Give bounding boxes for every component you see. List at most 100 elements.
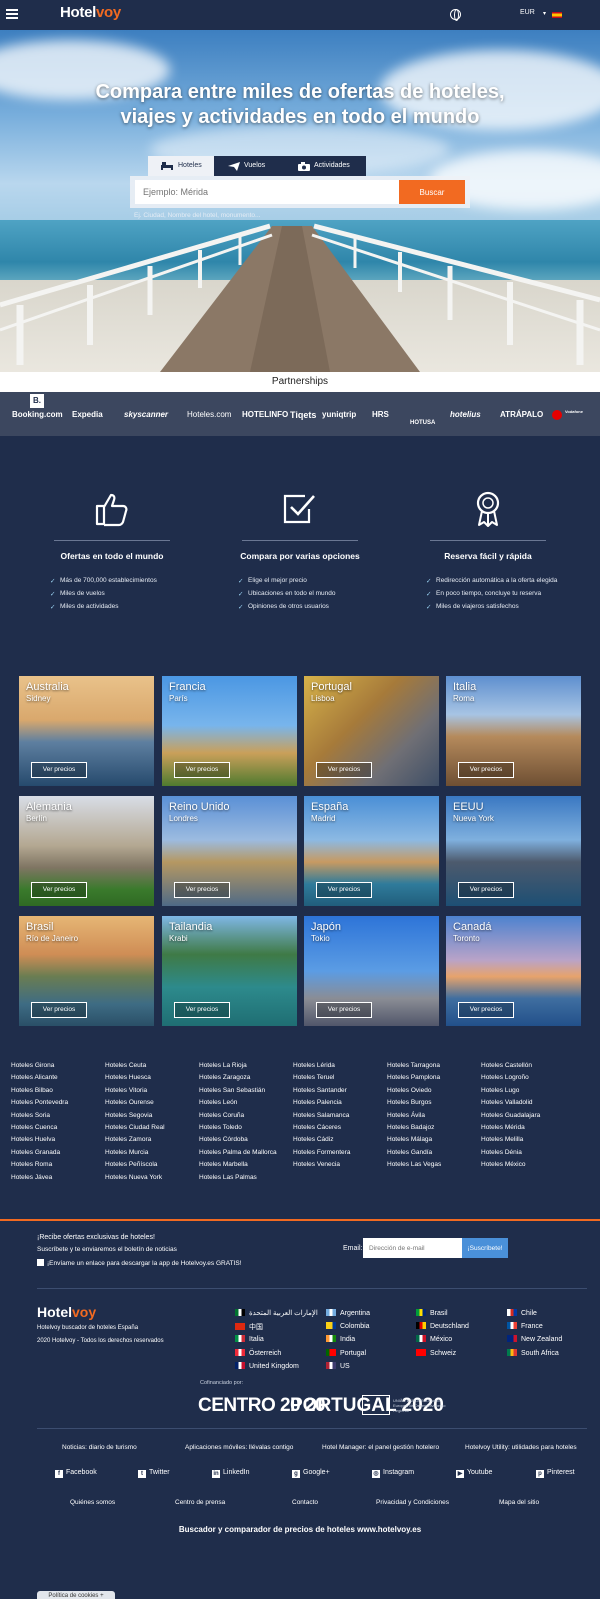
hotel-link[interactable]: Hoteles Badajoz [387, 1124, 483, 1136]
footer-link-news[interactable]: Noticias: diario de turismo [62, 1444, 137, 1451]
hotel-link[interactable]: Hoteles Salamanca [293, 1112, 389, 1124]
app-link-checkbox[interactable]: ¡Envíame un enlace para descargar la app… [37, 1259, 242, 1267]
flag-es-icon[interactable] [552, 12, 562, 18]
footer-link-about[interactable]: Quiénes somos [70, 1499, 115, 1506]
destination-card-thailand[interactable]: Tailandia Krabi Ver precios [162, 916, 297, 1026]
view-prices-button[interactable]: Ver precios [458, 882, 514, 898]
hotel-link[interactable]: Hoteles Dénia [481, 1149, 577, 1161]
hotel-link[interactable]: Hoteles Zaragoza [199, 1074, 295, 1086]
hotel-link[interactable]: Hoteles Castellón [481, 1062, 577, 1074]
country-link[interactable]: South Africa [507, 1348, 559, 1357]
destination-card-japan[interactable]: Japón Tokio Ver precios [304, 916, 439, 1026]
globe-icon[interactable] [450, 9, 461, 21]
view-prices-button[interactable]: Ver precios [316, 882, 372, 898]
tab-flights[interactable]: Vuelos [222, 156, 294, 176]
country-link[interactable]: Argentina [326, 1309, 370, 1317]
hotel-link[interactable]: Hoteles La Rioja [199, 1062, 295, 1074]
view-prices-button[interactable]: Ver precios [316, 762, 372, 778]
hotel-link[interactable]: Hoteles Huelva [11, 1136, 107, 1148]
destination-card-australia[interactable]: Australia Sidney Ver precios [19, 676, 154, 786]
hotel-link[interactable]: Hoteles Lérida [293, 1062, 389, 1074]
search-input[interactable] [135, 180, 399, 204]
hotel-link[interactable]: Hoteles San Sebastián [199, 1087, 295, 1099]
search-button[interactable]: Buscar [399, 180, 465, 204]
country-link[interactable]: Schweiz [416, 1348, 456, 1357]
social-twitter[interactable]: t Twitter [138, 1469, 170, 1478]
footer-link-sitemap[interactable]: Mapa del sitio [499, 1499, 539, 1506]
hotel-link[interactable]: Hoteles Mérida [481, 1124, 577, 1136]
hotel-link[interactable]: Hoteles Alicante [11, 1074, 107, 1086]
hotel-link[interactable]: Hoteles Formentera [293, 1149, 389, 1161]
hotel-link[interactable]: Hoteles Jávea [11, 1174, 107, 1186]
hotel-link[interactable]: Hoteles Guadalajara [481, 1112, 577, 1124]
hotel-link[interactable]: Hoteles Las Vegas [387, 1161, 483, 1173]
cookie-policy-tab[interactable]: Política de cookies + [37, 1591, 115, 1599]
hotel-link[interactable]: Hoteles Palencia [293, 1099, 389, 1111]
hotel-link[interactable]: Hoteles Pamplona [387, 1074, 483, 1086]
hotel-link[interactable]: Hoteles Cádiz [293, 1136, 389, 1148]
destination-card-italy[interactable]: Italia Roma Ver precios [446, 676, 581, 786]
hotel-link[interactable]: Hoteles Logroño [481, 1074, 577, 1086]
hotel-link[interactable]: Hoteles Nueva York [105, 1174, 201, 1186]
subscribe-button[interactable]: ¡Suscríbete! [462, 1238, 508, 1258]
country-link[interactable]: Chile [507, 1309, 537, 1317]
hotel-link[interactable]: Hoteles Ourense [105, 1099, 201, 1111]
country-link[interactable]: México [416, 1335, 452, 1343]
country-link[interactable]: New Zealand [507, 1335, 562, 1343]
country-link[interactable]: United Kingdom [235, 1361, 299, 1370]
footer-link-contact[interactable]: Contacto [292, 1499, 318, 1506]
view-prices-button[interactable]: Ver precios [31, 1002, 87, 1018]
country-link[interactable]: Österreich [235, 1348, 281, 1357]
country-link[interactable]: Portugal [326, 1348, 366, 1357]
currency-select[interactable]: EUR [520, 9, 535, 16]
hotel-link[interactable]: Hoteles Ceuta [105, 1062, 201, 1074]
footer-link-hotel-manager[interactable]: Hotel Manager: el panel gestión hotelero [322, 1444, 439, 1451]
footer-logo[interactable]: Hotelvoy [37, 1304, 96, 1320]
footer-link-apps[interactable]: Aplicaciones móviles: llévalas contigo [185, 1444, 293, 1451]
hotel-link[interactable]: Hoteles Teruel [293, 1074, 389, 1086]
view-prices-button[interactable]: Ver precios [458, 1002, 514, 1018]
hotel-link[interactable]: Hoteles Ávila [387, 1112, 483, 1124]
hotel-link[interactable]: Hoteles Roma [11, 1161, 107, 1173]
view-prices-button[interactable]: Ver precios [174, 1002, 230, 1018]
social-pinterest[interactable]: p Pinterest [536, 1469, 575, 1478]
hotel-link[interactable]: Hoteles Valladolid [481, 1099, 577, 1111]
tab-hotels[interactable]: Hoteles [148, 156, 214, 176]
hotel-link[interactable]: Hoteles Huesca [105, 1074, 201, 1086]
hotel-link[interactable]: Hoteles Ciudad Real [105, 1124, 201, 1136]
social-instagram[interactable]: ◎ Instagram [372, 1469, 414, 1478]
hotel-link[interactable]: Hoteles Coruña [199, 1112, 295, 1124]
hotel-link[interactable]: Hoteles Tarragona [387, 1062, 483, 1074]
social-youtube[interactable]: ▶ Youtube [456, 1469, 492, 1478]
hotel-link[interactable]: Hoteles Burgos [387, 1099, 483, 1111]
view-prices-button[interactable]: Ver precios [31, 882, 87, 898]
footer-link-press[interactable]: Centro de prensa [175, 1499, 225, 1506]
checkbox[interactable] [37, 1259, 44, 1266]
hotel-link[interactable]: Hoteles Santander [293, 1087, 389, 1099]
country-link[interactable]: Colombia [326, 1322, 370, 1330]
destination-card-portugal[interactable]: Portugal Lisboa Ver precios [304, 676, 439, 786]
logo[interactable]: Hotelvoy [60, 4, 121, 21]
hotel-link[interactable]: Hoteles Cáceres [293, 1124, 389, 1136]
social-linkedin[interactable]: in LinkedIn [212, 1469, 249, 1478]
hotel-link[interactable]: Hoteles Marbella [199, 1161, 295, 1173]
view-prices-button[interactable]: Ver precios [458, 762, 514, 778]
hotel-link[interactable]: Hoteles Palma de Mallorca [199, 1149, 295, 1161]
country-link[interactable]: الإمارات العربية المتحدة [235, 1309, 318, 1317]
country-link[interactable]: Brasil [416, 1309, 448, 1317]
hotel-link[interactable]: Hoteles Girona [11, 1062, 107, 1074]
hotel-link[interactable]: Hoteles León [199, 1099, 295, 1111]
menu-icon[interactable] [6, 9, 18, 19]
country-link[interactable]: France [507, 1322, 543, 1330]
hotel-link[interactable]: Hoteles Córdoba [199, 1136, 295, 1148]
hotel-link[interactable]: Hoteles Cuenca [11, 1124, 107, 1136]
destination-card-uk[interactable]: Reino Unido Londres Ver precios [162, 796, 297, 906]
country-link[interactable]: US [326, 1361, 350, 1370]
email-field[interactable] [363, 1238, 462, 1258]
hotel-link[interactable]: Hoteles México [481, 1161, 577, 1173]
view-prices-button[interactable]: Ver precios [174, 882, 230, 898]
hotel-link[interactable]: Hoteles Melilla [481, 1136, 577, 1148]
country-link[interactable]: 中国 [235, 1322, 263, 1332]
hotel-link[interactable]: Hoteles Las Palmas [199, 1174, 295, 1186]
hotel-link[interactable]: Hoteles Bilbao [11, 1087, 107, 1099]
